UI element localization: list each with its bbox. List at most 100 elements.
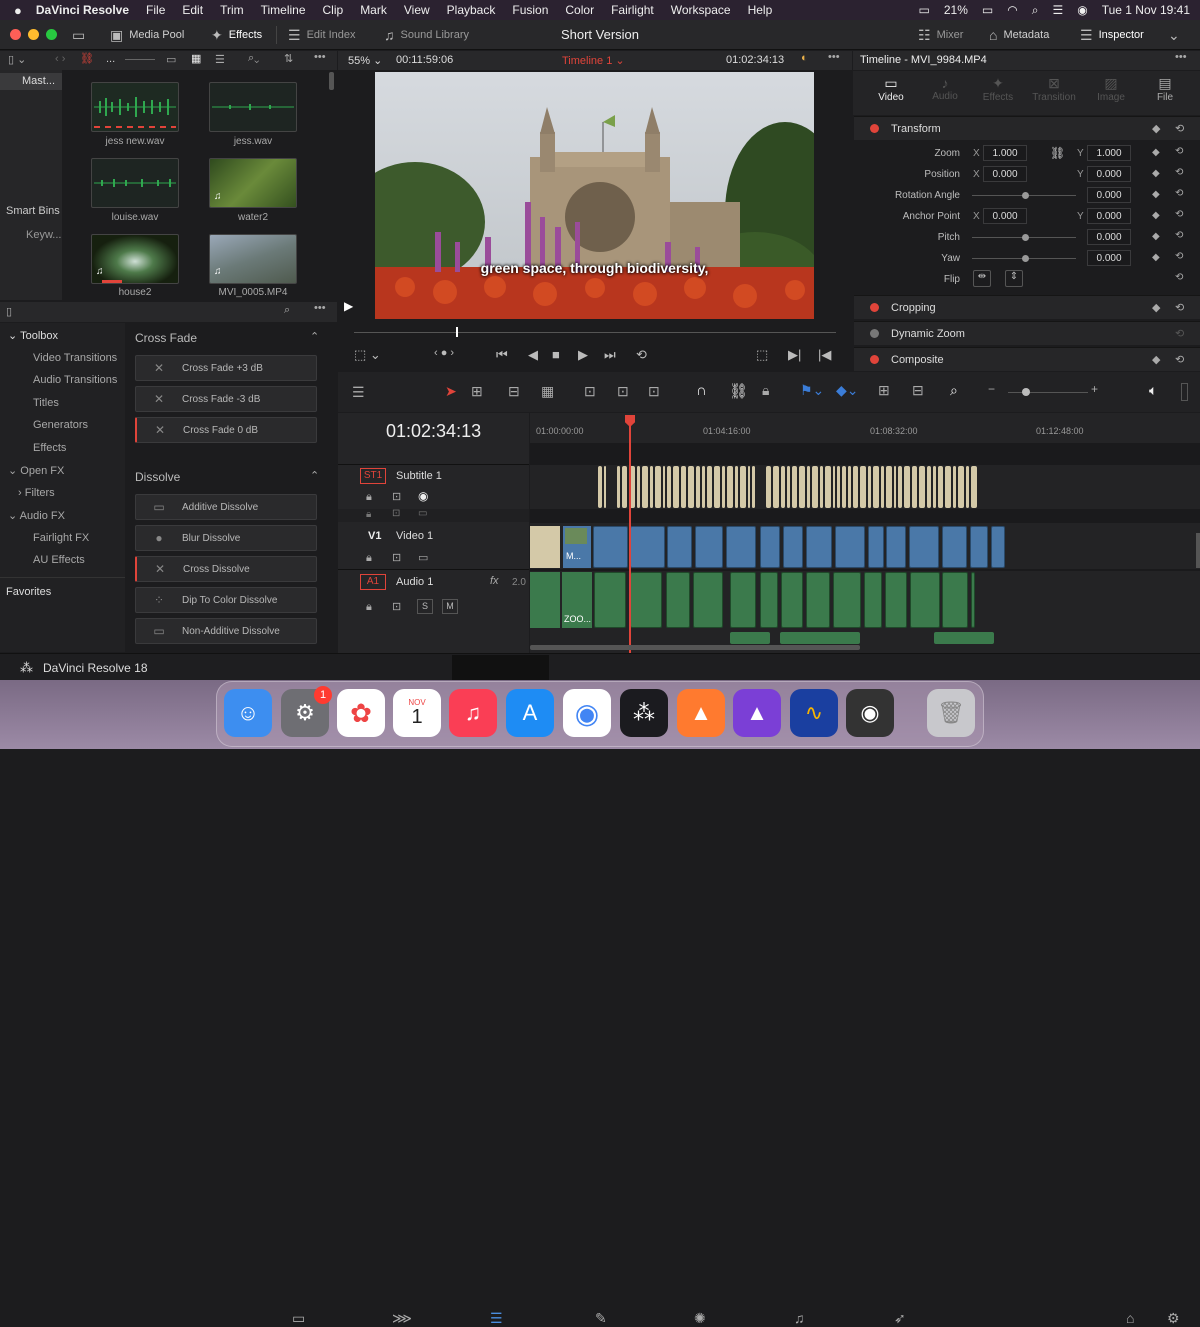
auto-select-icon[interactable]: ⊡ [392, 551, 401, 564]
trash-icon[interactable]: 🗑︎ [927, 689, 975, 737]
subtitle-clip[interactable] [971, 466, 977, 508]
slider-knob[interactable] [1022, 192, 1029, 199]
crop-tool-icon[interactable]: ⬚ ⌄ [354, 347, 381, 363]
mixer-button[interactable]: ☷ Mixer [918, 20, 963, 50]
nav-back-forward-icon[interactable]: ‹ › [55, 53, 65, 65]
control-center-icon[interactable]: ☰ [1052, 3, 1063, 17]
view-options-menu[interactable]: ... [106, 53, 115, 65]
zoom-x-field[interactable]: 1.000 [983, 145, 1027, 161]
video-clip[interactable] [909, 526, 939, 568]
toolbox-item[interactable]: ⌄ Toolbox [8, 329, 58, 342]
replace-clip-icon[interactable]: ⊡ [648, 383, 660, 400]
solo-button[interactable]: S [417, 599, 433, 614]
reset-icon[interactable]: ⟲ [1175, 146, 1183, 157]
subtitle-clip[interactable] [853, 466, 858, 508]
reset-icon[interactable]: ⟲ [1175, 301, 1184, 314]
video-clip[interactable] [942, 526, 967, 568]
spotlight-icon[interactable]: ⌕ [1032, 3, 1039, 18]
audio-clip[interactable] [934, 632, 994, 644]
fusion-page-icon[interactable]: ✎ [595, 1310, 607, 1327]
affinity-designer-icon[interactable]: ▲ [677, 689, 725, 737]
subtitle-clip[interactable] [833, 466, 835, 508]
video-clip[interactable] [760, 526, 780, 568]
flag-icon[interactable]: ⚑⌄ [800, 382, 824, 399]
subtitle-clip[interactable] [933, 466, 936, 508]
audio-clip[interactable] [830, 632, 860, 644]
menu-edit[interactable]: Edit [182, 3, 203, 17]
panel-toggle-icon[interactable]: ▯ [6, 305, 12, 318]
tree-item-generators[interactable]: Generators [33, 419, 88, 431]
collapse-icon[interactable]: ⌃ [310, 469, 319, 482]
zoom-custom-icon[interactable]: ⌕ [950, 382, 958, 399]
go-to-start-icon[interactable]: ⏮ [496, 347, 508, 363]
close-window-button[interactable] [10, 29, 21, 40]
affinity-photo-icon[interactable]: ▲ [733, 689, 781, 737]
menu-fusion[interactable]: Fusion [512, 3, 548, 17]
auto-select-icon[interactable]: ⊡ [392, 490, 401, 503]
effect-additive-dissolve[interactable]: ▭ Additive Dissolve [135, 494, 317, 520]
menu-fairlight[interactable]: Fairlight [611, 3, 654, 17]
inspector-button[interactable]: ☰ Inspector [1080, 20, 1144, 50]
dynamic-zoom-section[interactable]: Dynamic Zoom ⟲ [854, 321, 1200, 345]
audio-clip[interactable] [760, 572, 778, 628]
bin-list-toggle-icon[interactable]: ▯ ⌄ [8, 53, 26, 66]
position-lock-icon[interactable]: 🔒︎ [762, 382, 769, 399]
keyframe-icon[interactable]: ◆ [1152, 252, 1160, 263]
clock[interactable]: Tue 1 Nov 19:41 [1102, 3, 1190, 17]
subtitle-clip[interactable] [842, 466, 846, 508]
reset-icon[interactable]: ⟲ [1175, 230, 1183, 241]
finder-icon[interactable]: ☺ [224, 689, 272, 737]
chrome-icon[interactable]: ◉ [563, 689, 611, 737]
effect-dip-to-color[interactable]: ⁘ Dip To Color Dissolve [135, 587, 317, 613]
speaker-icon[interactable]: 🔈︎ [1149, 382, 1157, 399]
wifi-icon[interactable]: ◠ [1007, 3, 1017, 17]
eye-icon[interactable]: ◉ [418, 489, 428, 503]
subtitle-clip[interactable] [927, 466, 931, 508]
tab-video[interactable]: ▭ Video [861, 75, 921, 103]
tree-item-audio-transitions[interactable]: Audio Transitions [33, 374, 117, 386]
subtitle-clip[interactable] [667, 466, 671, 508]
keyframe-icon[interactable]: ◆ [1152, 189, 1160, 200]
subtitle-clip[interactable] [938, 466, 943, 508]
lock-icon[interactable]: 🔒︎ [366, 552, 372, 565]
toolbar-menu-button[interactable]: ⌄ [1168, 20, 1180, 50]
disable-track-icon[interactable]: ▭ [418, 551, 428, 564]
blade-tool-icon[interactable]: ▦ [541, 383, 554, 400]
transform-section[interactable]: Transform ◆ ⟲ [854, 116, 1200, 140]
slider-knob[interactable] [1022, 255, 1029, 262]
list-view-icon[interactable]: ☰ [215, 53, 225, 66]
position-x-field[interactable]: 0.000 [983, 166, 1027, 182]
subtitle-clip[interactable] [773, 466, 779, 508]
audio-clip[interactable] [864, 572, 882, 628]
audio-clip[interactable] [942, 572, 968, 628]
trim-tool-icon[interactable]: ⊞ [471, 383, 483, 400]
selection-tool-icon[interactable]: ➤ [445, 383, 457, 400]
menu-file[interactable]: File [146, 3, 165, 17]
screen-mirror-icon[interactable]: ▭ [919, 3, 930, 17]
keyframe-icon[interactable]: ◆ [1152, 353, 1160, 366]
clip-thumbnail-jess-new[interactable] [91, 82, 179, 132]
subtitle-clip[interactable] [820, 466, 823, 508]
snapping-icon[interactable]: ∩ [696, 382, 707, 399]
zoom-fit-icon[interactable]: ⊞ [878, 382, 890, 399]
match-frame-icon[interactable]: ⬚ [756, 347, 768, 363]
effect-non-additive[interactable]: ▭ Non-Additive Dissolve [135, 618, 317, 644]
menu-color[interactable]: Color [565, 3, 594, 17]
subtitle-clip[interactable] [825, 466, 831, 508]
audio-clip[interactable] [971, 572, 975, 628]
stop-icon[interactable]: ■ [552, 347, 560, 362]
inspector-more-icon[interactable]: ••• [1175, 51, 1187, 63]
position-y-field[interactable]: 0.000 [1087, 166, 1131, 182]
tree-item-open-fx[interactable]: ⌄ Open FX [8, 464, 64, 477]
subtitle-clip[interactable] [748, 466, 750, 508]
video-clip[interactable] [593, 526, 628, 568]
edit-page-icon[interactable]: ☰ [490, 1310, 503, 1327]
subtitle-clip[interactable] [966, 466, 969, 508]
home-icon[interactable]: ⌂ [1126, 1310, 1134, 1326]
reset-icon[interactable]: ⟲ [1175, 272, 1183, 283]
keyframe-icon[interactable]: ◆ [1152, 231, 1160, 242]
subtitle-clip[interactable] [702, 466, 705, 508]
monitor-toggle-button[interactable]: ▭ [72, 20, 85, 50]
scrubber-bar[interactable] [354, 332, 836, 333]
subtitle-clip[interactable] [688, 466, 694, 508]
